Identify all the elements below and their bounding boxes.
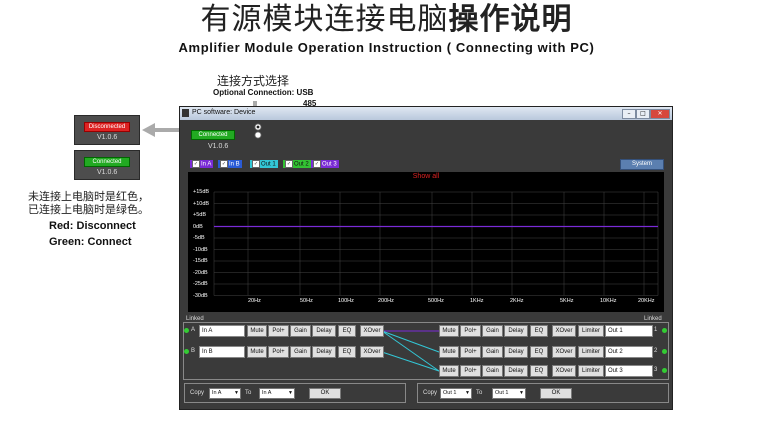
chevron-down-icon: ▼ bbox=[234, 390, 239, 396]
note-cn: 未连接上电脑时是红色， 已连接上电脑时是绿色。 bbox=[28, 190, 188, 216]
copy-input-label: Copy bbox=[190, 390, 205, 396]
input-b-mute-button[interactable]: Mute bbox=[247, 346, 267, 358]
select-value: In A bbox=[262, 390, 272, 396]
input-a-letter: A bbox=[191, 327, 196, 333]
output-2-limiter-button[interactable]: Limiter bbox=[578, 346, 604, 358]
input-a-led bbox=[184, 328, 189, 333]
version-text: V1.0.6 bbox=[97, 134, 118, 141]
input-b-name-field[interactable]: In B bbox=[199, 346, 245, 358]
copy-output-label: Copy bbox=[423, 390, 438, 396]
note-green: Green: Connect bbox=[49, 236, 132, 248]
input-a-polarity-button[interactable]: Pol+ bbox=[268, 325, 289, 337]
note-red: Red: Disconnect bbox=[49, 220, 136, 232]
copy-input-to-select[interactable]: In A ▼ bbox=[259, 388, 295, 399]
chevron-down-icon: ▼ bbox=[519, 390, 524, 396]
input-b-eq-button[interactable]: EQ bbox=[338, 346, 356, 358]
copy-input-ok-button[interactable]: OK bbox=[309, 388, 341, 399]
output-1-polarity-button[interactable]: Pol+ bbox=[460, 325, 481, 337]
select-value: Out 1 bbox=[495, 390, 509, 396]
input-a-mute-button[interactable]: Mute bbox=[247, 325, 267, 337]
output-2-xover-button[interactable]: XOver bbox=[552, 346, 576, 358]
output-2-gain-button[interactable]: Gain bbox=[482, 346, 503, 358]
output-2-name-field[interactable]: Out 2 bbox=[605, 346, 653, 358]
note-cn-line2: 已连接上电脑时是绿色。 bbox=[28, 203, 149, 216]
route-line-b-out3 bbox=[381, 351, 440, 372]
disconnected-status-panel: Disconnected V1.0.6 bbox=[74, 115, 140, 145]
copy-input-to-label: To bbox=[245, 390, 252, 396]
input-b-xover-button[interactable]: XOver bbox=[360, 346, 384, 358]
input-b-gain-button[interactable]: Gain bbox=[290, 346, 311, 358]
pc-software-window: PC software: Device – □ ✕ Connected V1.0… bbox=[179, 106, 673, 410]
output-2-mute-button[interactable]: Mute bbox=[439, 346, 459, 358]
chevron-down-icon: ▼ bbox=[465, 390, 470, 396]
input-b-delay-button[interactable]: Delay bbox=[312, 346, 336, 358]
chevron-down-icon: ▼ bbox=[288, 390, 293, 396]
output-3-limiter-button[interactable]: Limiter bbox=[578, 365, 604, 377]
arrow-left-head bbox=[142, 123, 155, 137]
output-3-mute-button[interactable]: Mute bbox=[439, 365, 459, 377]
route-line-a-out2 bbox=[381, 330, 440, 353]
output-3-gain-button[interactable]: Gain bbox=[482, 365, 503, 377]
copy-output-to-label: To bbox=[476, 390, 483, 396]
copy-input-from-select[interactable]: In A ▼ bbox=[209, 388, 241, 399]
output-1-gain-button[interactable]: Gain bbox=[482, 325, 503, 337]
output-2-eq-button[interactable]: EQ bbox=[530, 346, 548, 358]
route-line-a-out3 bbox=[381, 330, 440, 372]
output-3-eq-button[interactable]: EQ bbox=[530, 365, 548, 377]
output-1-number: 1 bbox=[654, 327, 658, 333]
note-cn-line1: 未连接上电脑时是红色， bbox=[28, 190, 149, 203]
output-2-delay-button[interactable]: Delay bbox=[504, 346, 528, 358]
copy-output-from-select[interactable]: Out 1 ▼ bbox=[440, 388, 472, 399]
copy-output-ok-button[interactable]: OK bbox=[540, 388, 572, 399]
copy-output-panel: Copy Out 1 ▼ To Out 1 ▼ OK bbox=[417, 383, 669, 403]
output-3-led bbox=[662, 368, 667, 373]
input-a-name-field[interactable]: In A bbox=[199, 325, 245, 337]
output-3-xover-button[interactable]: XOver bbox=[552, 365, 576, 377]
input-b-led bbox=[184, 349, 189, 354]
disconnected-badge: Disconnected bbox=[84, 122, 130, 132]
input-a-eq-button[interactable]: EQ bbox=[338, 325, 356, 337]
input-a-xover-button[interactable]: XOver bbox=[360, 325, 384, 337]
select-value: Out 1 bbox=[443, 390, 457, 396]
output-2-led bbox=[662, 349, 667, 354]
input-b-polarity-button[interactable]: Pol+ bbox=[268, 346, 289, 358]
input-a-gain-button[interactable]: Gain bbox=[290, 325, 311, 337]
output-3-delay-button[interactable]: Delay bbox=[504, 365, 528, 377]
copy-output-to-select[interactable]: Out 1 ▼ bbox=[492, 388, 526, 399]
output-1-xover-button[interactable]: XOver bbox=[552, 325, 576, 337]
version-text: V1.0.6 bbox=[97, 169, 118, 176]
output-3-number: 3 bbox=[654, 367, 658, 373]
output-1-name-field[interactable]: Out 1 bbox=[605, 325, 653, 337]
output-3-polarity-button[interactable]: Pol+ bbox=[460, 365, 481, 377]
output-2-number: 2 bbox=[654, 348, 658, 354]
output-3-name-field[interactable]: Out 3 bbox=[605, 365, 653, 377]
copy-input-panel: Copy In A ▼ To In A ▼ OK bbox=[184, 383, 406, 403]
output-1-delay-button[interactable]: Delay bbox=[504, 325, 528, 337]
input-a-delay-button[interactable]: Delay bbox=[312, 325, 336, 337]
output-1-led bbox=[662, 328, 667, 333]
routing-lines bbox=[381, 330, 440, 372]
connected-badge: Connected bbox=[84, 157, 130, 167]
input-b-letter: B bbox=[191, 348, 196, 354]
output-2-polarity-button[interactable]: Pol+ bbox=[460, 346, 481, 358]
select-value: In A bbox=[212, 390, 222, 396]
output-1-limiter-button[interactable]: Limiter bbox=[578, 325, 604, 337]
connected-status-panel: Connected V1.0.6 bbox=[74, 150, 140, 180]
output-1-eq-button[interactable]: EQ bbox=[530, 325, 548, 337]
output-1-mute-button[interactable]: Mute bbox=[439, 325, 459, 337]
